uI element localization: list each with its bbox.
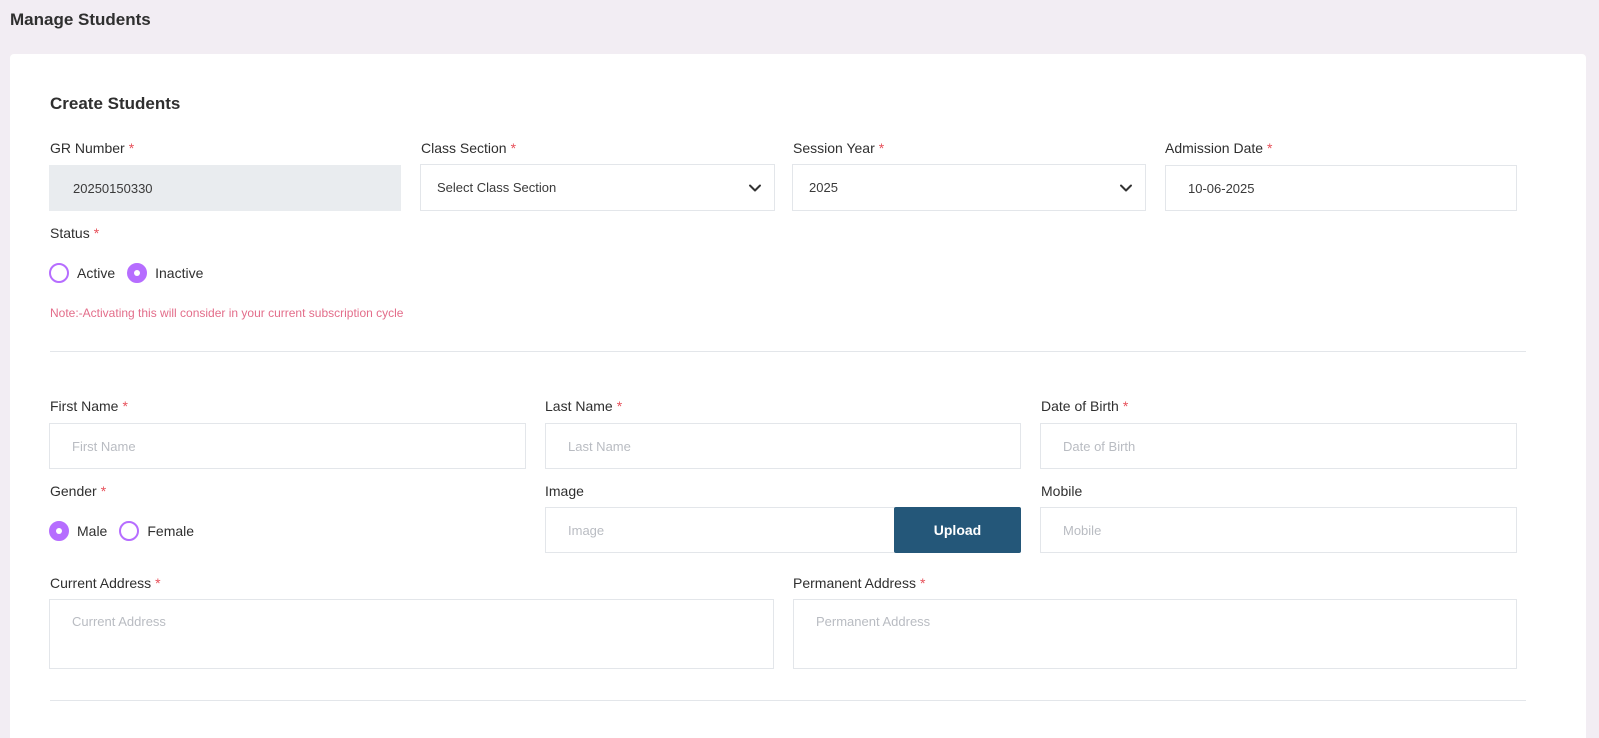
current-address-label: Current Address * <box>50 575 161 591</box>
chevron-down-icon <box>1120 184 1132 192</box>
session-year-label: Session Year * <box>793 140 885 156</box>
gr-number-input[interactable]: 20250150330 <box>49 165 401 211</box>
first-name-label: First Name * <box>50 398 128 414</box>
create-students-card: Create Students GR Number * Class Section… <box>10 54 1586 738</box>
dob-input[interactable]: Date of Birth <box>1040 423 1517 469</box>
mobile-label: Mobile <box>1041 483 1083 499</box>
upload-button[interactable]: Upload <box>894 507 1021 553</box>
dob-label: Date of Birth * <box>1041 398 1129 414</box>
status-label: Status * <box>50 225 100 241</box>
gender-male-radio[interactable] <box>49 521 69 541</box>
status-note: Note:-Activating this will consider in y… <box>50 306 404 320</box>
gender-radio-group: Male Female <box>49 521 206 541</box>
status-radio-group: Active Inactive <box>49 263 215 283</box>
class-section-label: Class Section * <box>421 140 517 156</box>
gr-number-label: GR Number * <box>50 140 135 156</box>
image-input[interactable]: Image <box>545 507 895 553</box>
section-divider <box>50 351 1526 352</box>
current-address-textarea[interactable]: Current Address <box>49 599 774 669</box>
section-divider-bottom <box>50 700 1526 701</box>
admission-date-input[interactable]: 10-06-2025 <box>1165 165 1517 211</box>
status-active-radio[interactable] <box>49 263 69 283</box>
gender-male-label[interactable]: Male <box>77 523 107 539</box>
chevron-down-icon <box>749 184 761 192</box>
admission-date-label: Admission Date * <box>1165 140 1273 156</box>
image-label: Image <box>545 483 584 499</box>
permanent-address-textarea[interactable]: Permanent Address <box>793 599 1517 669</box>
last-name-input[interactable]: Last Name <box>545 423 1021 469</box>
gender-female-label[interactable]: Female <box>147 523 194 539</box>
gender-label: Gender * <box>50 483 107 499</box>
status-inactive-label[interactable]: Inactive <box>155 265 203 281</box>
class-section-select[interactable]: Select Class Section <box>420 164 775 211</box>
page-title: Manage Students <box>10 10 151 29</box>
session-year-select[interactable]: 2025 <box>792 164 1146 211</box>
status-active-label[interactable]: Active <box>77 265 115 281</box>
mobile-input[interactable]: Mobile <box>1040 507 1517 553</box>
first-name-input[interactable]: First Name <box>49 423 526 469</box>
card-title: Create Students <box>50 94 181 113</box>
permanent-address-label: Permanent Address * <box>793 575 926 591</box>
last-name-label: Last Name * <box>545 398 623 414</box>
gender-female-radio[interactable] <box>119 521 140 541</box>
status-inactive-radio[interactable] <box>127 263 148 283</box>
